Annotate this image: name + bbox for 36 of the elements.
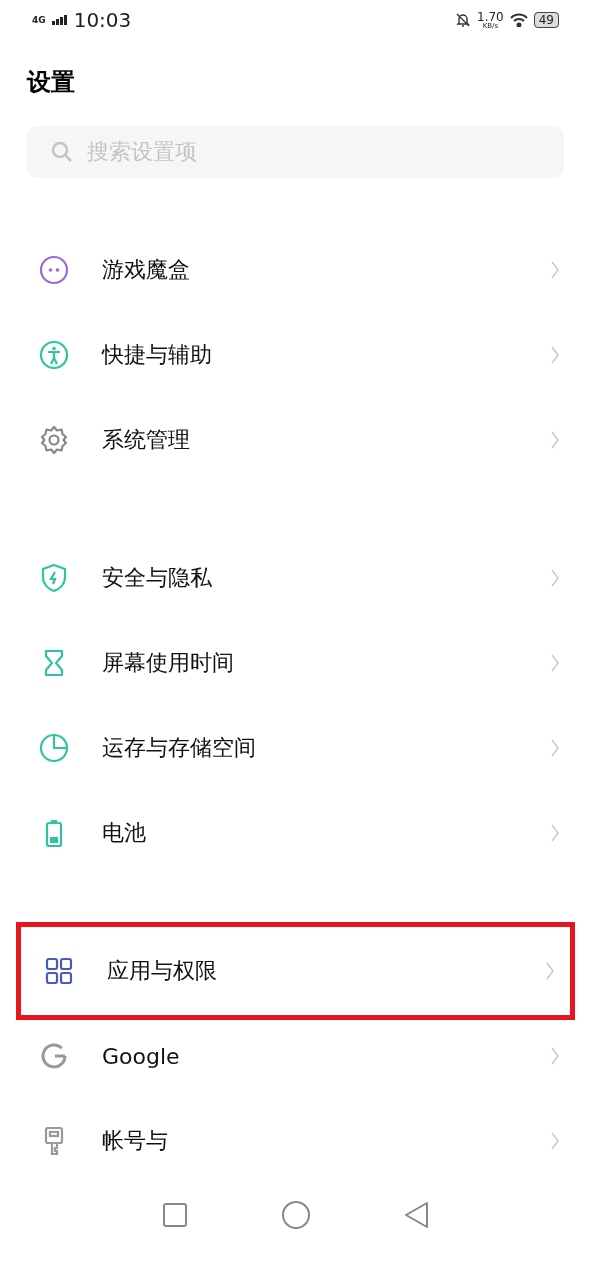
accessibility-icon	[38, 339, 70, 372]
settings-item[interactable]: 系统管理	[0, 398, 591, 483]
battery-level: 49	[533, 12, 559, 29]
settings-item[interactable]: 运存与存储空间	[0, 706, 591, 791]
recents-button[interactable]	[161, 1201, 188, 1228]
chevron-icon	[551, 1132, 559, 1151]
wifi-icon	[509, 13, 528, 28]
chevron-icon	[546, 962, 554, 980]
chevron-icon	[551, 431, 559, 450]
gamepad-icon	[38, 254, 70, 287]
settings-item[interactable]: 游戏魔盒	[0, 228, 591, 313]
signal-icon	[51, 15, 68, 26]
grid-icon	[43, 955, 75, 987]
settings-item[interactable]: 电池	[0, 791, 591, 876]
home-button[interactable]	[280, 1199, 311, 1230]
chevron-icon	[551, 654, 559, 673]
settings-item[interactable]: 屏幕使用时间	[0, 621, 591, 706]
settings-item[interactable]: 快捷与辅助	[0, 313, 591, 398]
chevron-icon	[551, 824, 559, 843]
chevron-icon	[551, 569, 559, 588]
chevron-icon	[551, 346, 559, 365]
chevron-icon	[551, 739, 559, 758]
speed-value: 1.70	[477, 10, 504, 23]
settings-item[interactable]: 帐号与	[0, 1099, 591, 1184]
network-label: 4G	[32, 15, 46, 25]
page-title: 设置	[25, 67, 76, 99]
clock-time: 10:03	[73, 8, 132, 33]
chevron-icon	[551, 261, 559, 280]
pie-chart-icon	[38, 732, 70, 765]
search-icon	[51, 141, 73, 163]
chevron-icon	[551, 1047, 559, 1066]
settings-item[interactable]: 安全与隐私	[0, 536, 591, 621]
settings-icon	[38, 424, 70, 457]
back-button[interactable]	[403, 1200, 430, 1229]
highlighted-settings-item[interactable]: 应用与权限	[16, 922, 575, 1020]
bell-muted-icon	[455, 12, 471, 29]
